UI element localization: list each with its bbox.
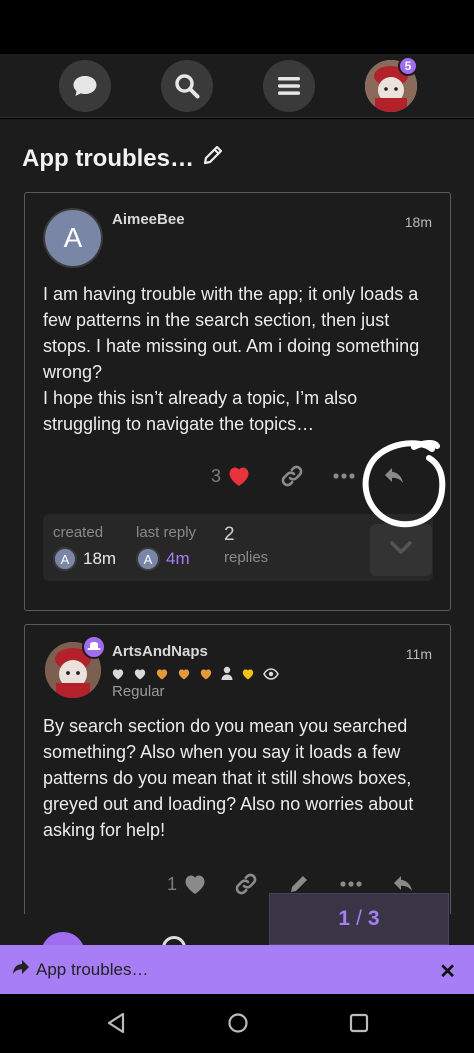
system-navigation-bar [0,994,474,1053]
status-bar [0,0,474,54]
post-card: A AimeeBee 18m I am having trouble with … [24,192,451,611]
user-badges [111,666,279,683]
share-arrow-icon [12,959,30,980]
post-username[interactable]: AimeeBee [112,211,185,228]
post-card: ArtsAndNaps 11m Regular By search sectio… [24,624,451,914]
notification-badge[interactable]: 5 [398,56,418,76]
reply-icon[interactable] [392,874,416,894]
heart-icon [111,667,125,683]
last-reply-value[interactable]: A 4m [136,547,196,571]
menu-button[interactable] [263,60,315,112]
heart-icon [241,667,255,683]
last-reply-info: last reply A 4m [136,524,196,571]
more-options-icon[interactable] [333,472,355,480]
chat-button[interactable] [59,60,111,112]
last-reply-label: last reply [136,524,197,541]
post-username[interactable]: ArtsAndNaps [112,643,208,660]
more-options-icon[interactable] [340,880,362,888]
like-count[interactable]: 1 [167,874,177,895]
chat-bubble-icon [72,74,98,98]
created-value[interactable]: A 18m [53,547,116,571]
post-progress-indicator[interactable]: 1 / 3 [269,893,449,945]
hamburger-menu-icon [277,75,301,97]
replies-count: 2 [224,524,235,545]
heart-icon [199,667,213,683]
composer-topic-label: App troubles… [36,959,149,979]
link-icon[interactable] [234,872,258,896]
back-icon[interactable] [106,1012,126,1039]
heart-icon [177,667,191,683]
post-body: I am having trouble with the app; it onl… [43,281,438,437]
composer-bar[interactable]: App troubles… ✕ [0,945,474,994]
home-icon[interactable] [227,1012,249,1039]
replies-info: 2 replies [224,524,268,566]
topic-map: created A 18m last reply A 4m 2 replies [43,514,433,581]
heart-icon[interactable] [227,465,251,487]
recents-icon[interactable] [348,1012,370,1039]
page-title: App troubles… [22,144,224,173]
user-flair [82,635,106,659]
search-icon [174,73,200,99]
person-icon [221,666,233,683]
expand-topic-map-button[interactable] [370,524,432,576]
created-info: created A 18m [53,524,116,571]
pencil-icon[interactable] [202,144,224,173]
replies-label: replies [224,549,269,566]
post-paragraph: I hope this isn’t already a topic, I’m a… [43,388,358,434]
hat-icon [87,638,101,656]
post-body: By search section do you mean you search… [43,713,438,843]
avatar: A [136,547,160,571]
post-paragraph: By search section do you mean you search… [43,716,414,840]
topic-title-text: App troubles… [22,144,194,172]
post-timestamp[interactable]: 11m [406,646,432,662]
topic-view: App troubles… A AimeeBee 18m I am having… [0,119,474,914]
heart-icon [155,667,169,683]
heart-icon[interactable] [183,873,207,895]
post-author-avatar[interactable]: A [45,210,101,266]
search-button[interactable] [161,60,213,112]
pencil-icon[interactable] [288,873,310,895]
post-paragraph: I am having trouble with the app; it onl… [43,284,420,382]
eye-icon [263,667,279,683]
chevron-down-icon [390,540,412,560]
avatar: A [53,547,77,571]
created-label: created [53,524,104,541]
link-icon[interactable] [280,464,304,488]
heart-icon [133,667,147,683]
post-timestamp[interactable]: 18m [405,214,432,230]
reply-icon[interactable] [383,466,407,486]
user-title: Regular [112,683,165,700]
like-count[interactable]: 3 [211,466,221,487]
close-icon[interactable]: ✕ [439,959,456,984]
post-actions: 3 [211,464,407,488]
